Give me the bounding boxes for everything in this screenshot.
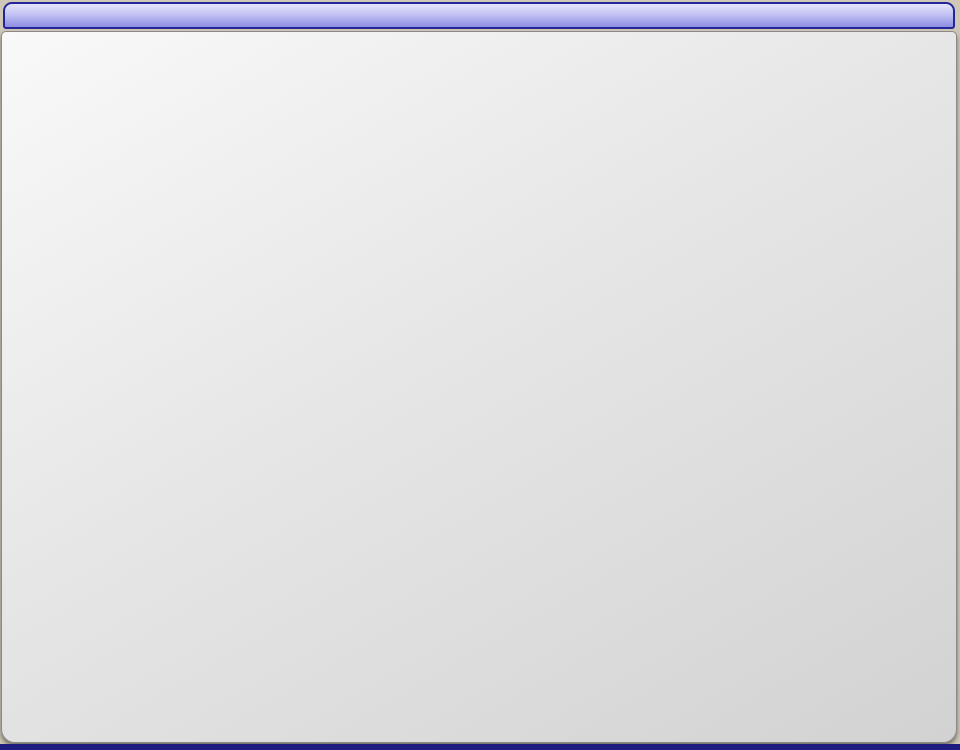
title-bar bbox=[3, 2, 955, 29]
chart-canvas bbox=[0, 30, 958, 722]
window-bottom-border bbox=[0, 744, 960, 750]
